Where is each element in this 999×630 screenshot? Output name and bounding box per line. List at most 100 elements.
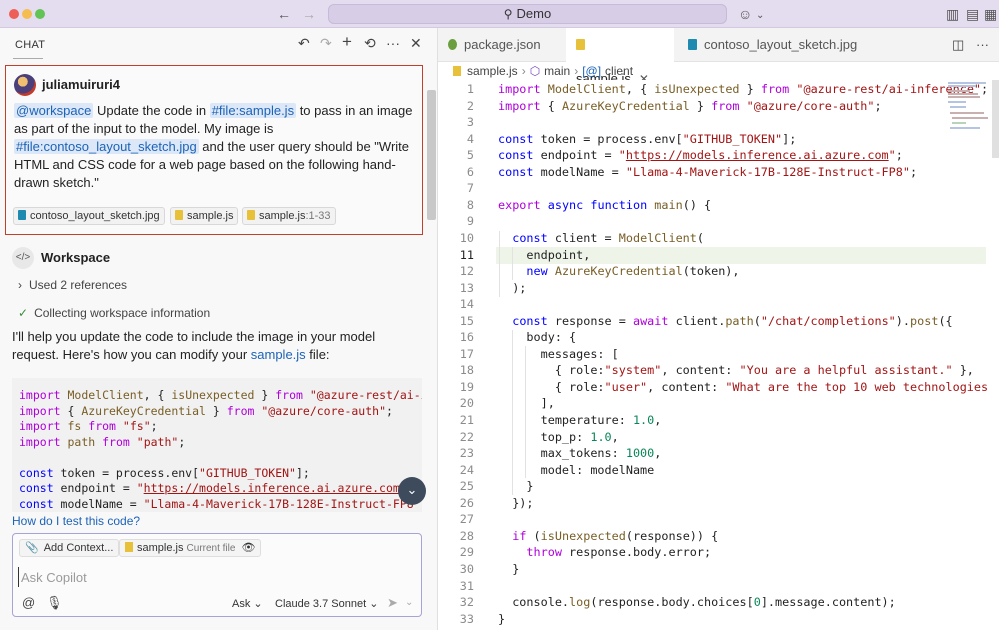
- minimap[interactable]: [948, 80, 992, 130]
- forward-arrow-icon[interactable]: →: [302, 5, 316, 23]
- attachment-chip[interactable]: sample.js: [170, 207, 239, 225]
- line-number: 23: [459, 446, 474, 461]
- scroll-down-button[interactable]: ⌄: [398, 477, 426, 505]
- line-number: 8: [466, 197, 474, 212]
- tab-sample-js[interactable]: sample.js ✕: [566, 28, 674, 86]
- attachment-label: contoso_layout_sketch.jpg: [30, 210, 160, 222]
- chat-input[interactable]: [18, 567, 413, 587]
- collecting-status: ✓ Collecting workspace information: [18, 306, 210, 320]
- more-actions-icon[interactable]: ···: [976, 37, 989, 52]
- editor-scrollbar[interactable]: [992, 80, 999, 158]
- chevron-right-icon: ›: [18, 278, 22, 292]
- file-tag-sketch[interactable]: #file:contoso_layout_sketch.jpg: [14, 139, 199, 154]
- references-label: Used 2 references: [29, 278, 128, 292]
- code-line: ],: [498, 396, 555, 411]
- customize-layout-icon[interactable]: ▦: [984, 5, 997, 23]
- line-number: 20: [459, 396, 474, 411]
- chat-scrollbar[interactable]: [427, 90, 436, 220]
- code-line: export async function main() {: [498, 197, 712, 212]
- line-number: 31: [459, 578, 474, 593]
- code-line: console.log(response.body.choices[0].mes…: [498, 595, 896, 610]
- line-number: 13: [459, 280, 474, 295]
- history-icon[interactable]: ⟲: [364, 35, 376, 52]
- collecting-label: Collecting workspace information: [34, 306, 211, 320]
- minimize-window-button[interactable]: [22, 9, 32, 19]
- line-number: 24: [459, 462, 474, 477]
- mention-icon[interactable]: @: [22, 595, 35, 610]
- line-number: 14: [459, 297, 474, 312]
- line-number: 18: [459, 363, 474, 378]
- close-icon[interactable]: ✕: [410, 35, 422, 52]
- js-file-icon: [125, 542, 133, 552]
- line-number: 7: [466, 181, 474, 196]
- toggle-primary-sidebar-icon[interactable]: ▥: [946, 5, 959, 23]
- redo-icon[interactable]: ↷: [320, 35, 332, 52]
- line-number: 25: [459, 479, 474, 494]
- eye-icon[interactable]: 👁: [242, 542, 256, 554]
- breadcrumb-item[interactable]: sample.js: [467, 64, 518, 78]
- chevron-down-icon[interactable]: ⌄: [405, 597, 413, 608]
- undo-icon[interactable]: ↶: [298, 35, 310, 52]
- attachment-range: :1-33: [305, 210, 331, 222]
- chevron-down-icon: ⌄: [406, 482, 418, 497]
- line-number: 4: [466, 131, 474, 146]
- code-line: const token = process.env["GITHUB_TOKEN"…: [498, 131, 797, 146]
- more-actions-icon[interactable]: ···: [386, 35, 400, 51]
- file-tag-sample[interactable]: #file:sample.js: [209, 103, 297, 118]
- breadcrumb-item[interactable]: client: [605, 64, 633, 78]
- copilot-icon[interactable]: ☺: [738, 5, 752, 23]
- mode-picker[interactable]: Ask ⌄: [232, 597, 263, 610]
- code-line: if (isUnexpected(response)) {: [512, 528, 719, 543]
- tab-package-json[interactable]: package.json: [438, 28, 560, 62]
- breadcrumb-item[interactable]: main: [544, 64, 570, 78]
- toggle-panel-icon[interactable]: ▤: [966, 5, 979, 23]
- send-icon[interactable]: ➤: [387, 595, 398, 611]
- attachment-chip[interactable]: contoso_layout_sketch.jpg: [13, 207, 165, 225]
- code-line: { role:"user", content: "What are the to…: [498, 379, 989, 394]
- code-line: }: [498, 611, 506, 626]
- command-center-search[interactable]: ⚲ Demo: [328, 4, 727, 24]
- references-toggle[interactable]: › Used 2 references: [18, 278, 127, 292]
- line-number: 6: [466, 164, 474, 179]
- line-number: 3: [466, 115, 474, 130]
- js-file-icon: [576, 39, 585, 50]
- code-line: import path from "path";: [19, 434, 186, 449]
- add-context-button[interactable]: 📎 Add Context...: [19, 539, 120, 557]
- js-file-icon: [247, 210, 255, 220]
- tab-label: contoso_layout_sketch.jpg: [704, 37, 858, 52]
- new-chat-icon[interactable]: +: [342, 32, 352, 52]
- back-arrow-icon[interactable]: ←: [277, 5, 291, 23]
- chat-panel: CHAT ↶ ↷ + ⟲ ··· ✕ juliamuiruri4 @worksp…: [0, 28, 438, 630]
- response-code-block[interactable]: import ModelClient, { isUnexpected } fro…: [12, 378, 422, 512]
- avatar: [14, 74, 36, 96]
- answer-text: file:: [305, 347, 330, 362]
- code-line: { role:"system", content: "You are a hel…: [498, 363, 974, 378]
- code-line: import { AzureKeyCredential } from "@azu…: [19, 403, 393, 418]
- tab-contoso-sketch[interactable]: contoso_layout_sketch.jpg: [678, 28, 878, 62]
- attachment-chip[interactable]: sample.js:1-33: [242, 207, 336, 225]
- editor-tabs: package.json sample.js ✕ contoso_layout_s…: [438, 28, 999, 86]
- chevron-down-icon[interactable]: ⌄: [756, 7, 764, 25]
- chat-input-box: 📎 Add Context... sample.js Current file 👁…: [12, 533, 422, 617]
- close-window-button[interactable]: [9, 9, 19, 19]
- code-line: import ModelClient, { isUnexpected } fro…: [19, 388, 422, 402]
- code-line: endpoint,: [498, 247, 591, 262]
- line-number: 30: [459, 561, 474, 576]
- split-editor-icon[interactable]: ◫: [952, 37, 964, 53]
- current-file-chip[interactable]: sample.js Current file 👁: [119, 539, 262, 557]
- username: juliamuiruri4: [42, 77, 121, 92]
- code-line: );: [498, 280, 527, 295]
- followup-suggestion[interactable]: How do I test this code?: [12, 514, 140, 528]
- workspace-tag[interactable]: @workspace: [14, 103, 94, 118]
- code-editor[interactable]: 1 import ModelClient, { isUnexpected } fr…: [438, 80, 999, 630]
- model-label: Claude 3.7 Sonnet: [275, 598, 367, 610]
- code-line: messages: [: [498, 346, 619, 361]
- microphone-icon[interactable]: 🎙: [46, 595, 63, 611]
- code-line: const modelName = "Llama-4-Maverick-17B-…: [498, 164, 918, 179]
- model-picker[interactable]: Claude 3.7 Sonnet ⌄: [275, 597, 378, 610]
- code-line: throw response.body.error;: [526, 545, 712, 560]
- maximize-window-button[interactable]: [35, 9, 45, 19]
- mode-label: Ask: [232, 598, 251, 610]
- search-icon: ⚲: [503, 7, 513, 21]
- answer-file-link[interactable]: sample.js: [251, 347, 306, 362]
